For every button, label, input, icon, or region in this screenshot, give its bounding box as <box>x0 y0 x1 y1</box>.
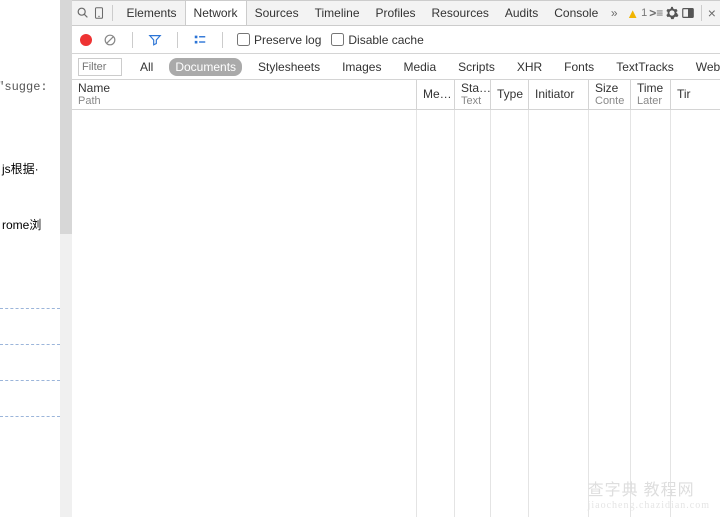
filter-all[interactable]: All <box>134 58 159 76</box>
filter-fonts[interactable]: Fonts <box>558 58 600 76</box>
grid-col-type <box>491 110 529 517</box>
settings-icon[interactable] <box>665 5 679 21</box>
separator-dash <box>0 380 60 381</box>
disable-cache-input[interactable] <box>331 33 344 46</box>
column-status-head: Sta… <box>461 82 484 95</box>
filter-stylesheets[interactable]: Stylesheets <box>252 58 326 76</box>
column-timeline[interactable]: Tir <box>671 80 720 109</box>
column-size[interactable]: Size Conte <box>589 80 631 109</box>
record-button[interactable] <box>80 34 92 46</box>
preserve-log-input[interactable] <box>237 33 250 46</box>
tab-profiles[interactable]: Profiles <box>368 1 424 25</box>
grid-col-size <box>589 110 631 517</box>
filter-xhr[interactable]: XHR <box>511 58 548 76</box>
column-time[interactable]: Time Later <box>631 80 671 109</box>
separator-dash <box>0 416 60 417</box>
column-initiator-head: Initiator <box>535 88 582 101</box>
filter-input[interactable] <box>78 58 122 76</box>
tab-network[interactable]: Network <box>185 1 247 25</box>
filter-websockets[interactable]: WebSockets <box>690 58 720 76</box>
divider <box>132 32 133 48</box>
column-size-sub: Conte <box>595 95 624 108</box>
overflow-icon[interactable]: » <box>606 5 622 21</box>
grid-col-time <box>631 110 671 517</box>
show-drawer-icon[interactable]: >≡ <box>649 5 663 21</box>
separator-dash <box>0 344 60 345</box>
column-name-head: Name <box>78 82 410 95</box>
network-toolbar: Preserve log Disable cache <box>72 26 720 54</box>
column-name[interactable]: Name Path <box>72 80 417 109</box>
divider <box>701 5 702 21</box>
watermark-sub: jiaocheng.chazidian.com <box>588 500 710 511</box>
column-name-sub: Path <box>78 95 410 108</box>
tab-sources[interactable]: Sources <box>247 1 307 25</box>
column-timeline-head: Tir <box>677 88 714 101</box>
watermark: 查字典 教程网 jiaocheng.chazidian.com <box>588 476 710 511</box>
device-icon[interactable] <box>92 5 106 21</box>
column-method-head: Me… <box>423 88 448 101</box>
dock-icon[interactable] <box>681 5 695 21</box>
column-status-sub: Text <box>461 95 484 108</box>
column-time-sub: Later <box>637 95 664 108</box>
column-type[interactable]: Type <box>491 80 529 109</box>
code-snippet: ="sugge: <box>0 80 48 94</box>
tabs-container: ElementsNetworkSourcesTimelineProfilesRe… <box>119 1 623 25</box>
filter-icon[interactable] <box>147 32 163 48</box>
disable-cache-label: Disable cache <box>348 33 423 47</box>
preserve-log-label: Preserve log <box>254 33 321 47</box>
tab-elements[interactable]: Elements <box>119 1 185 25</box>
warnings-badge[interactable]: ▲ 1 <box>626 6 647 21</box>
divider <box>112 5 113 21</box>
network-grid-body <box>72 110 720 517</box>
grid-col-initiator <box>529 110 589 517</box>
tab-timeline[interactable]: Timeline <box>307 1 368 25</box>
related-link-2[interactable]: rome浏 <box>2 216 41 233</box>
filter-texttracks[interactable]: TextTracks <box>610 58 680 76</box>
inspect-icon[interactable] <box>76 5 90 21</box>
scrollbar-thumb[interactable] <box>60 0 72 234</box>
column-status[interactable]: Sta… Text <box>455 80 491 109</box>
preserve-log-checkbox[interactable]: Preserve log <box>237 33 321 47</box>
column-initiator[interactable]: Initiator <box>529 80 589 109</box>
filter-documents[interactable]: Documents <box>169 58 242 76</box>
clear-icon[interactable] <box>102 32 118 48</box>
filter-media[interactable]: Media <box>397 58 442 76</box>
devtools-panel: ElementsNetworkSourcesTimelineProfilesRe… <box>72 0 720 517</box>
devtools-tabbar: ElementsNetworkSourcesTimelineProfilesRe… <box>72 0 720 26</box>
warning-icon: ▲ <box>626 6 639 21</box>
large-rows-icon[interactable] <box>192 32 208 48</box>
grid-col-method <box>417 110 455 517</box>
network-column-headers: Name Path Me… Sta… Text Type Initiator S… <box>72 80 720 110</box>
tab-audits[interactable]: Audits <box>497 1 546 25</box>
page-left-gutter: ="sugge: js根据· rome浏 <box>0 0 62 517</box>
divider <box>177 32 178 48</box>
grid-col-status <box>455 110 491 517</box>
close-icon[interactable]: × <box>708 5 716 21</box>
column-size-head: Size <box>595 82 624 95</box>
column-type-head: Type <box>497 88 522 101</box>
column-time-head: Time <box>637 82 664 95</box>
warning-count: 1 <box>641 7 647 19</box>
network-filterbar: All Documents Stylesheets Images Media Script… <box>72 54 720 80</box>
tab-console[interactable]: Console <box>546 1 606 25</box>
filter-images[interactable]: Images <box>336 58 387 76</box>
tab-resources[interactable]: Resources <box>424 1 497 25</box>
grid-col-name <box>72 110 417 517</box>
watermark-main: 查字典 教程网 <box>588 482 695 499</box>
disable-cache-checkbox[interactable]: Disable cache <box>331 33 423 47</box>
separator-dash <box>0 308 60 309</box>
filter-scripts[interactable]: Scripts <box>452 58 501 76</box>
column-method[interactable]: Me… <box>417 80 455 109</box>
related-link-1[interactable]: js根据· <box>2 160 39 177</box>
grid-col-timeline <box>671 110 720 517</box>
divider <box>222 32 223 48</box>
